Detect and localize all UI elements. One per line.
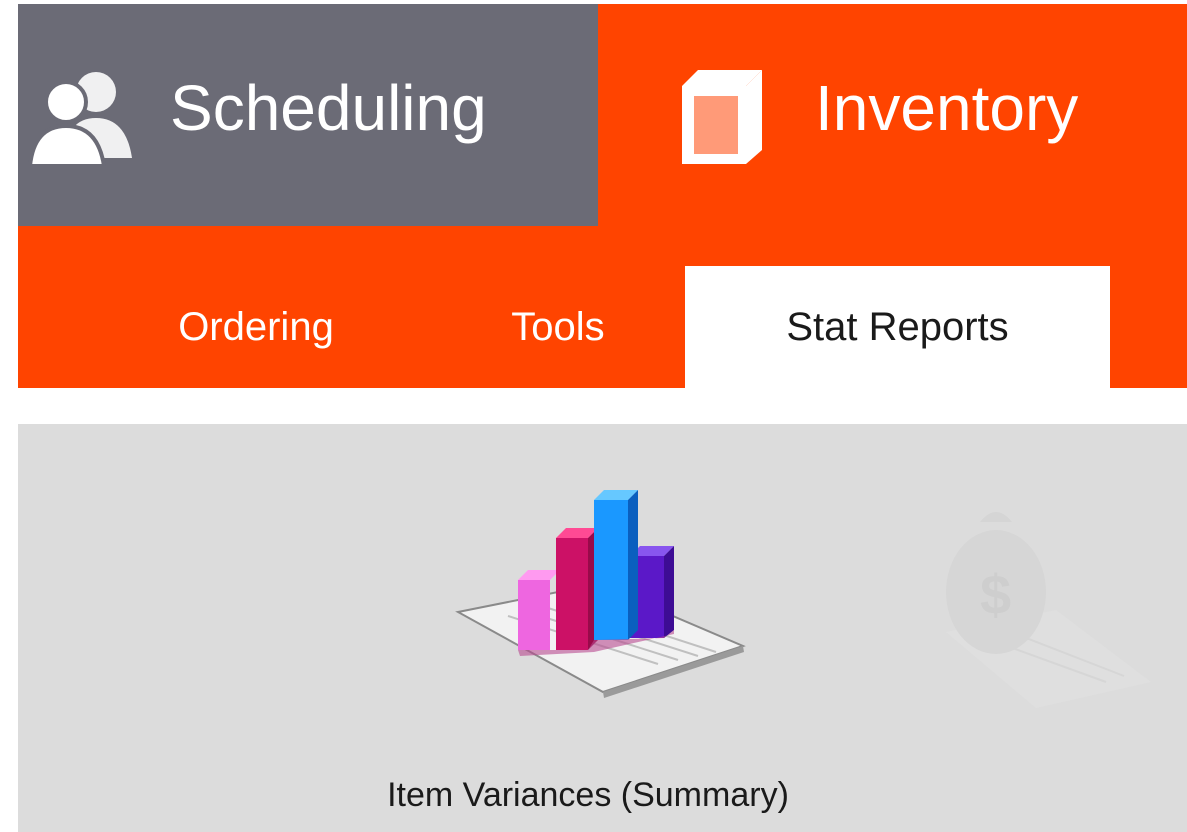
module-tab-scheduling[interactable]: Scheduling bbox=[18, 4, 598, 226]
module-tab-label: Inventory bbox=[815, 72, 1079, 144]
sub-tab-bar: Ordering Tools Stat Reports bbox=[18, 226, 1187, 388]
report-label: Item Variances (Summary) bbox=[387, 776, 789, 814]
tab-ordering[interactable]: Ordering bbox=[138, 266, 374, 388]
reports-panel: Item Variances (Summary) $ bbox=[18, 424, 1187, 832]
app-frame: Scheduling Inventory Ordering Tools Stat… bbox=[18, 4, 1187, 832]
people-icon bbox=[24, 66, 144, 171]
tab-tools[interactable]: Tools bbox=[478, 266, 638, 388]
module-tab-inventory[interactable]: Inventory bbox=[598, 4, 1187, 226]
tab-stat-reports[interactable]: Stat Reports bbox=[685, 266, 1110, 388]
money-bag-report-icon[interactable]: $ bbox=[936, 482, 1156, 717]
report-tile-item-variances-summary[interactable]: Item Variances (Summary) bbox=[268, 484, 908, 814]
svg-text:$: $ bbox=[980, 563, 1011, 626]
module-tab-label: Scheduling bbox=[170, 72, 487, 144]
module-tab-bar: Scheduling Inventory bbox=[18, 4, 1187, 226]
box-icon bbox=[674, 64, 774, 174]
bar-chart-report-icon bbox=[448, 484, 748, 709]
